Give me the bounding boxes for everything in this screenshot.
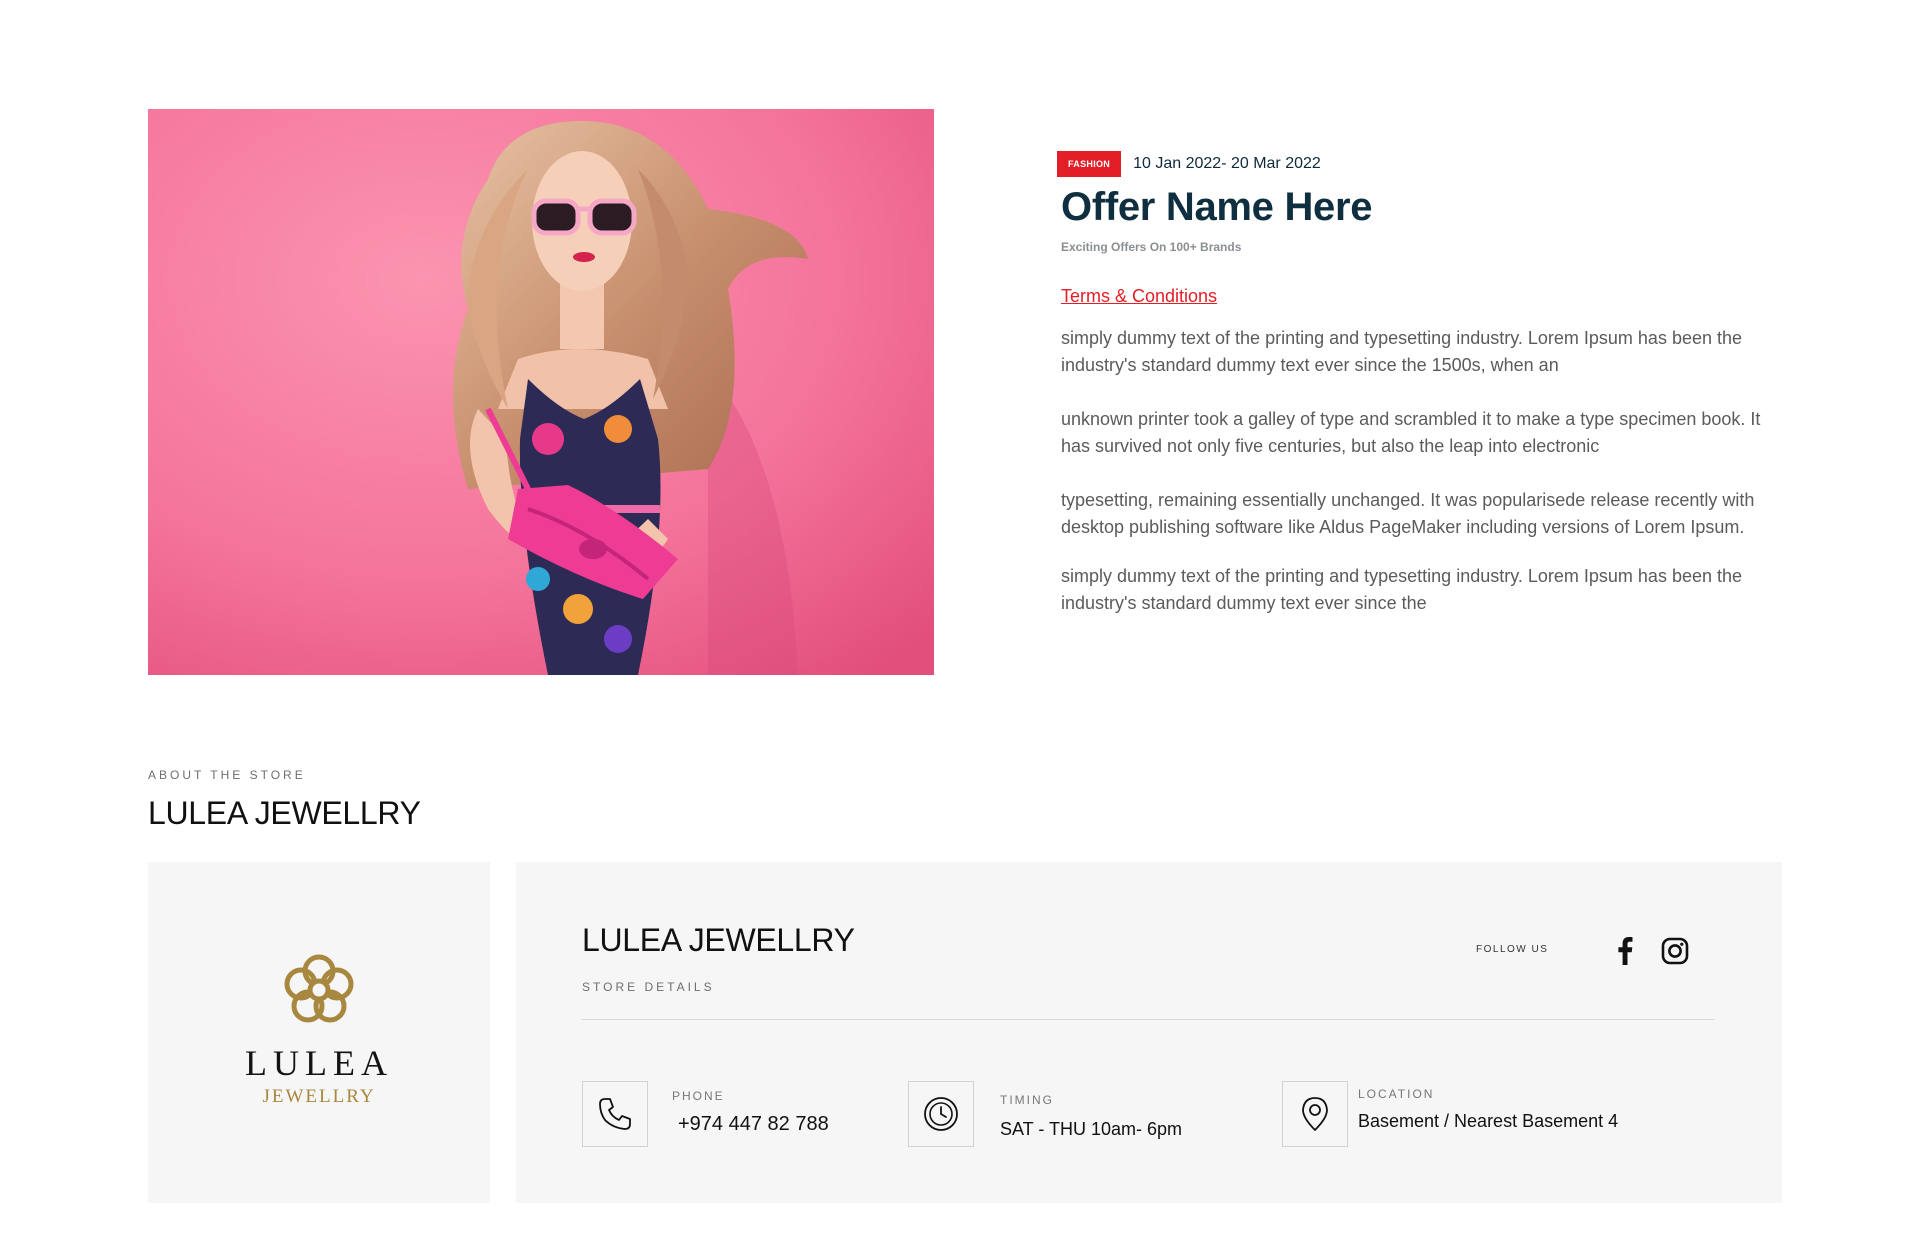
- phone-icon: [599, 1098, 631, 1130]
- store-name: LULEA JEWELLRY: [582, 922, 855, 958]
- location-info: LOCATION Basement / Nearest Basement 4: [1282, 1081, 1618, 1147]
- logo-wordmark: LULEA: [245, 1042, 393, 1083]
- category-badge: FASHION: [1057, 151, 1122, 177]
- facebook-icon[interactable]: [1608, 934, 1642, 968]
- offer-date-range: 10 Jan 2022- 20 Mar 2022: [1133, 155, 1321, 172]
- details-divider: [582, 1019, 1714, 1020]
- about-section-label: ABOUT THE STORE: [148, 768, 306, 782]
- offer-subtitle: Exciting Offers On 100+ Brands: [1061, 240, 1242, 254]
- location-label: LOCATION: [1358, 1087, 1435, 1101]
- description-paragraph: simply dummy text of the printing and ty…: [1061, 566, 1743, 613]
- offer-info: FASHION 10 Jan 2022- 20 Mar 2022 Offer N…: [1057, 151, 1777, 644]
- phone-label: PHONE: [672, 1089, 725, 1103]
- phone-icon-box: [582, 1081, 648, 1147]
- store-details-card: LULEA JEWELLRY STORE DETAILS FOLLOW US P…: [516, 862, 1782, 1203]
- follow-us-label: FOLLOW US: [1476, 944, 1549, 955]
- timing-info: TIMING SAT - THU 10am- 6pm: [908, 1081, 1182, 1147]
- description-paragraph: typesetting, remaining essentially uncha…: [1061, 490, 1755, 537]
- location-pin-icon: [1302, 1097, 1328, 1131]
- timing-value: SAT - THU 10am- 6pm: [1000, 1119, 1183, 1139]
- logo-subtitle: JEWELLRY: [262, 1085, 376, 1107]
- description-paragraph: simply dummy text of the printing and ty…: [1061, 328, 1743, 375]
- location-icon-box: [1282, 1081, 1348, 1147]
- clock-icon-box: [908, 1081, 974, 1147]
- timing-label: TIMING: [1000, 1093, 1054, 1107]
- flower-logo-icon: [284, 954, 354, 1022]
- offer-description: simply dummy text of the printing and ty…: [1061, 325, 1777, 617]
- offer-title: Offer Name Here: [1061, 185, 1373, 229]
- instagram-icon[interactable]: [1658, 934, 1692, 968]
- store-logo-card: LULEA JEWELLRY: [148, 862, 490, 1203]
- offer-meta-row: FASHION 10 Jan 2022- 20 Mar 2022: [1057, 151, 1777, 177]
- offer-image: [148, 109, 934, 675]
- phone-number[interactable]: +974 447 82 788: [678, 1113, 829, 1136]
- phone-info: PHONE +974 447 82 788: [582, 1081, 829, 1147]
- store-details-label: STORE DETAILS: [582, 980, 715, 994]
- terms-conditions-link[interactable]: Terms & Conditions: [1061, 286, 1217, 307]
- description-paragraph: unknown printer took a galley of type an…: [1061, 409, 1761, 456]
- location-value: Basement / Nearest Basement 4: [1358, 1111, 1619, 1131]
- fashion-model-photo: [148, 109, 934, 675]
- clock-icon: [924, 1097, 958, 1131]
- about-section-title: LULEA JEWELLRY: [148, 795, 421, 831]
